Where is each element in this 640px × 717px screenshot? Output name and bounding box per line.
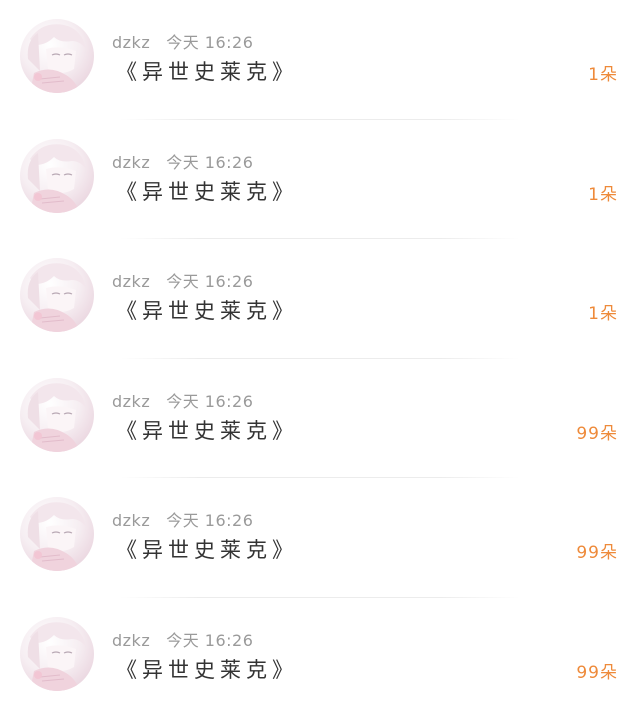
list-item[interactable]: dzkz 今天 16:26 《异世史莱克》 99朵 [0,359,640,479]
anime-girl-avatar-icon [20,617,94,691]
username[interactable]: dzkz [112,153,150,172]
message-meta: dzkz 今天 16:26 [112,507,253,531]
gift-amount: 1朵 [588,60,618,85]
gift-message-list: dzkz 今天 16:26 《异世史莱克》 1朵 dzkz 今天 16:26 《异世… [0,0,640,717]
book-title[interactable]: 《异世史莱克》 [116,56,298,86]
anime-girl-avatar-icon [20,497,94,571]
avatar[interactable] [20,497,94,571]
gift-amount: 1朵 [588,299,618,324]
anime-girl-avatar-icon [20,139,94,213]
username[interactable]: dzkz [112,511,150,530]
message-meta: dzkz 今天 16:26 [112,149,253,173]
message-meta: dzkz 今天 16:26 [112,627,253,651]
username[interactable]: dzkz [112,33,150,52]
book-title[interactable]: 《异世史莱克》 [116,176,298,206]
timestamp: 今天 16:26 [166,153,253,172]
list-item[interactable]: dzkz 今天 16:26 《异世史莱克》 99朵 [0,598,640,717]
avatar[interactable] [20,19,94,93]
timestamp: 今天 16:26 [166,511,253,530]
list-item[interactable]: dzkz 今天 16:26 《异世史莱克》 1朵 [0,120,640,240]
message-meta: dzkz 今天 16:26 [112,29,253,53]
book-title[interactable]: 《异世史莱克》 [116,534,298,564]
timestamp: 今天 16:26 [166,631,253,650]
avatar[interactable] [20,139,94,213]
username[interactable]: dzkz [112,631,150,650]
anime-girl-avatar-icon [20,378,94,452]
username[interactable]: dzkz [112,392,150,411]
timestamp: 今天 16:26 [166,392,253,411]
anime-girl-avatar-icon [20,19,94,93]
gift-amount: 1朵 [588,180,618,205]
book-title[interactable]: 《异世史莱克》 [116,295,298,325]
book-title[interactable]: 《异世史莱克》 [116,415,298,445]
timestamp: 今天 16:26 [166,33,253,52]
avatar[interactable] [20,617,94,691]
list-item[interactable]: dzkz 今天 16:26 《异世史莱克》 99朵 [0,478,640,598]
timestamp: 今天 16:26 [166,272,253,291]
list-item[interactable]: dzkz 今天 16:26 《异世史莱克》 1朵 [0,239,640,359]
username[interactable]: dzkz [112,272,150,291]
avatar[interactable] [20,378,94,452]
gift-amount: 99朵 [576,419,618,444]
list-item[interactable]: dzkz 今天 16:26 《异世史莱克》 1朵 [0,0,640,120]
message-meta: dzkz 今天 16:26 [112,268,253,292]
message-meta: dzkz 今天 16:26 [112,388,253,412]
avatar[interactable] [20,258,94,332]
anime-girl-avatar-icon [20,258,94,332]
gift-amount: 99朵 [576,658,618,683]
gift-amount: 99朵 [576,538,618,563]
book-title[interactable]: 《异世史莱克》 [116,654,298,684]
